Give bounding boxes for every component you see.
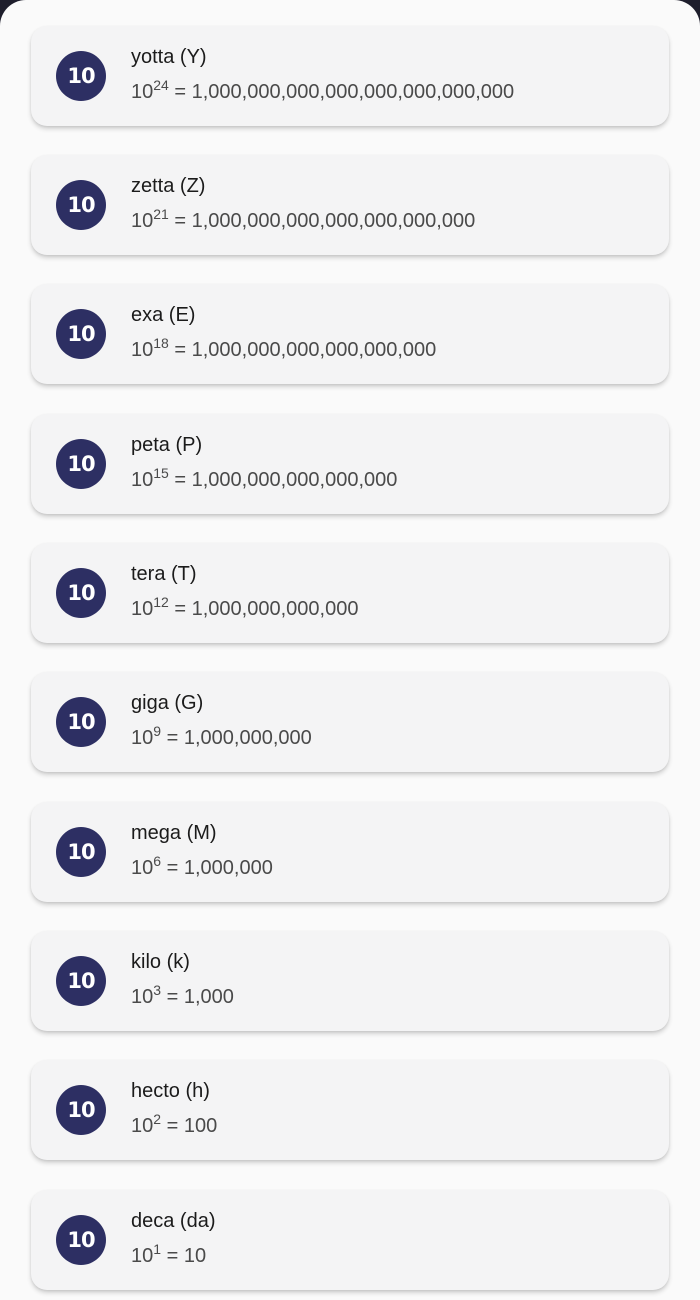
value-equals: = 1,000,000,000,000,000 (168, 469, 398, 491)
list-item-peta[interactable]: 10 peta (P) 1015 = 1,000,000,000,000,000 (31, 414, 669, 514)
prefix-name: deca (da) (131, 1210, 216, 1232)
prefix-name: zetta (Z) (131, 175, 206, 197)
list-item-hecto[interactable]: 10 hecto (h) 102 = 100 (31, 1060, 669, 1160)
power-of-ten-icon: 10 (56, 180, 106, 230)
power-of-ten-icon: 10 (56, 309, 106, 359)
value-equals: = 100 (161, 1115, 218, 1137)
power-of-ten-icon: 10 (56, 1215, 106, 1265)
prefix-name: hecto (h) (131, 1080, 210, 1102)
value-equals: = 1,000,000,000,000 (168, 598, 359, 620)
prefix-value: 1015 = 1,000,000,000,000,000 (131, 466, 398, 492)
value-equals: = 1,000,000 (161, 857, 273, 879)
list-item-deca[interactable]: 10 deca (da) 101 = 10 (31, 1190, 669, 1290)
value-equals: = 1,000,000,000,000,000,000,000 (168, 210, 476, 232)
prefix-value: 1012 = 1,000,000,000,000 (131, 595, 359, 621)
prefix-name: tera (T) (131, 563, 197, 585)
list-item-exa[interactable]: 10 exa (E) 1018 = 1,000,000,000,000,000,… (31, 284, 669, 384)
value-equals: = 10 (161, 1245, 207, 1267)
value-base: 10 (131, 598, 154, 620)
prefix-value: 106 = 1,000,000 (131, 854, 273, 880)
value-base: 10 (131, 1245, 154, 1267)
list-item-mega[interactable]: 10 mega (M) 106 = 1,000,000 (31, 802, 669, 902)
value-base: 10 (131, 986, 154, 1008)
value-exponent: 12 (153, 594, 169, 610)
value-exponent: 2 (153, 1111, 162, 1127)
value-base: 10 (131, 1115, 154, 1137)
list-item-kilo[interactable]: 10 kilo (k) 103 = 1,000 (31, 931, 669, 1031)
value-exponent: 6 (153, 853, 162, 869)
prefix-value: 102 = 100 (131, 1112, 218, 1138)
value-exponent: 1 (153, 1241, 162, 1257)
value-equals: = 1,000,000,000,000,000,000,000,000 (168, 81, 515, 103)
power-of-ten-icon: 10 (56, 827, 106, 877)
value-exponent: 9 (153, 723, 162, 739)
prefix-name: mega (M) (131, 822, 217, 844)
value-base: 10 (131, 469, 154, 491)
power-of-ten-icon: 10 (56, 956, 106, 1006)
list-item-yotta[interactable]: 10 yotta (Y) 1024 = 1,000,000,000,000,00… (31, 26, 669, 126)
prefix-value: 1024 = 1,000,000,000,000,000,000,000,000 (131, 78, 515, 104)
value-base: 10 (131, 210, 154, 232)
prefix-value: 103 = 1,000 (131, 983, 234, 1009)
value-exponent: 15 (153, 465, 169, 481)
value-exponent: 24 (153, 77, 169, 93)
prefix-name: yotta (Y) (131, 46, 207, 68)
value-base: 10 (131, 81, 154, 103)
prefix-name: giga (G) (131, 692, 204, 714)
value-exponent: 3 (153, 982, 162, 998)
prefix-value: 1021 = 1,000,000,000,000,000,000,000 (131, 207, 476, 233)
prefix-value: 1018 = 1,000,000,000,000,000,000 (131, 336, 437, 362)
power-of-ten-icon: 10 (56, 51, 106, 101)
list-item-tera[interactable]: 10 tera (T) 1012 = 1,000,000,000,000 (31, 543, 669, 643)
power-of-ten-icon: 10 (56, 697, 106, 747)
bottom-sheet: 10 yotta (Y) 1024 = 1,000,000,000,000,00… (0, 0, 700, 1300)
list-item-giga[interactable]: 10 giga (G) 109 = 1,000,000,000 (31, 672, 669, 772)
value-exponent: 21 (153, 206, 169, 222)
prefix-value: 101 = 10 (131, 1242, 207, 1268)
power-of-ten-icon: 10 (56, 1085, 106, 1135)
value-equals: = 1,000,000,000 (161, 727, 312, 749)
value-exponent: 18 (153, 335, 169, 351)
value-equals: = 1,000 (161, 986, 234, 1008)
prefix-value: 109 = 1,000,000,000 (131, 724, 312, 750)
value-base: 10 (131, 857, 154, 879)
power-of-ten-icon: 10 (56, 568, 106, 618)
list-item-zetta[interactable]: 10 zetta (Z) 1021 = 1,000,000,000,000,00… (31, 155, 669, 255)
prefix-name: exa (E) (131, 304, 196, 326)
value-base: 10 (131, 339, 154, 361)
prefix-name: peta (P) (131, 434, 203, 456)
value-equals: = 1,000,000,000,000,000,000 (168, 339, 437, 361)
prefix-name: kilo (k) (131, 951, 190, 973)
value-base: 10 (131, 727, 154, 749)
power-of-ten-icon: 10 (56, 439, 106, 489)
